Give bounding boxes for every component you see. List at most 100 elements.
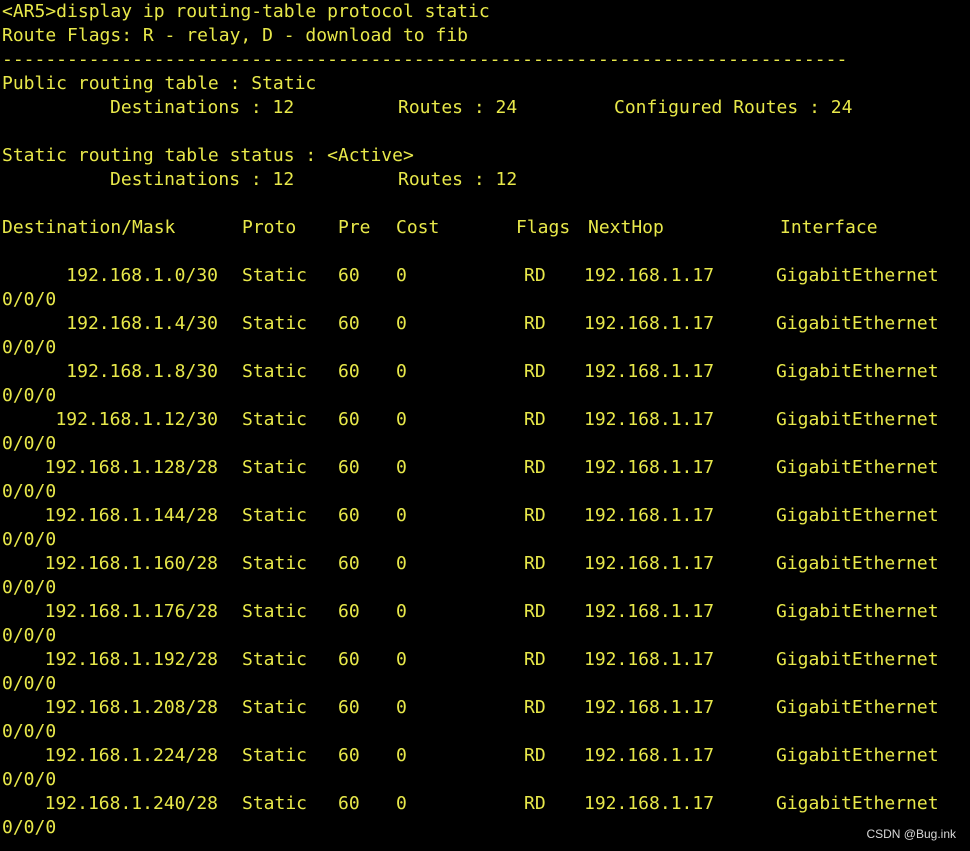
route-pre: 60	[338, 745, 360, 766]
route-interface: GigabitEthernet	[776, 313, 939, 334]
status-destinations: Destinations : 12	[110, 169, 295, 190]
route-interface-continuation: 0/0/0	[2, 289, 57, 310]
public-stats: Destinations : 12 Routes : 24 Configured R…	[2, 96, 970, 120]
route-interface-continuation: 0/0/0	[2, 433, 57, 454]
header-flags: Flags	[516, 217, 571, 238]
table-row: 192.168.1.128/28 Static 60 0 RD 192.168.1.17 G…	[2, 456, 970, 480]
public-table-title: Public routing table : Static	[2, 73, 317, 94]
header-destination: Destination/Mask	[2, 217, 176, 238]
route-flags: RD	[524, 457, 546, 478]
route-cost: 0	[396, 697, 407, 718]
route-nexthop: 192.168.1.17	[584, 265, 715, 286]
route-flags: RD	[524, 265, 546, 286]
route-cost: 0	[396, 793, 407, 814]
route-interface: GigabitEthernet	[776, 697, 939, 718]
table-row: 192.168.1.0/30 Static 60 0 RD 192.168.1.17 Gig…	[2, 264, 970, 288]
separator-line: ----------------------------------------…	[2, 49, 848, 70]
route-interface: GigabitEthernet	[776, 361, 939, 382]
route-nexthop: 192.168.1.17	[584, 361, 715, 382]
route-nexthop: 192.168.1.17	[584, 649, 715, 670]
route-proto: Static	[242, 649, 308, 670]
header-cost: Cost	[396, 217, 440, 238]
route-interface: GigabitEthernet	[776, 745, 939, 766]
route-interface-continuation: 0/0/0	[2, 673, 57, 694]
table-row: 192.168.1.192/28 Static 60 0 RD 192.168.1.17 G…	[2, 648, 970, 672]
route-cost: 0	[396, 601, 407, 622]
route-interface: GigabitEthernet	[776, 457, 939, 478]
route-cost: 0	[396, 745, 407, 766]
route-interface-continuation: 0/0/0	[2, 817, 57, 838]
public-destinations: Destinations : 12	[110, 97, 295, 118]
route-flags: RD	[524, 313, 546, 334]
route-pre: 60	[338, 553, 360, 574]
route-flags: RD	[524, 697, 546, 718]
route-pre: 60	[338, 601, 360, 622]
route-nexthop: 192.168.1.17	[584, 601, 715, 622]
route-proto: Static	[242, 601, 308, 622]
route-flags: RD	[524, 553, 546, 574]
table-row: 192.168.1.160/28 Static 60 0 RD 192.168.1.17 G…	[2, 552, 970, 576]
route-nexthop: 192.168.1.17	[584, 745, 715, 766]
route-pre: 60	[338, 265, 360, 286]
route-pre: 60	[338, 793, 360, 814]
route-cost: 0	[396, 265, 407, 286]
route-nexthop: 192.168.1.17	[584, 793, 715, 814]
route-flags: RD	[524, 409, 546, 430]
route-cost: 0	[396, 553, 407, 574]
route-proto: Static	[242, 505, 308, 526]
table-header: Destination/Mask Proto Pre Cost Flags NextHop…	[2, 216, 970, 240]
route-cost: 0	[396, 505, 407, 526]
route-interface: GigabitEthernet	[776, 601, 939, 622]
route-proto: Static	[242, 793, 308, 814]
route-table-body: 192.168.1.0/30 Static 60 0 RD 192.168.1.17 Gig…	[2, 264, 970, 840]
route-interface-continuation: 0/0/0	[2, 721, 57, 742]
route-pre: 60	[338, 409, 360, 430]
route-interface: GigabitEthernet	[776, 409, 939, 430]
route-proto: Static	[242, 361, 308, 382]
route-destination: 192.168.1.192/28	[44, 649, 218, 670]
route-destination: 192.168.1.128/28	[44, 457, 218, 478]
route-destination: 192.168.1.12/30	[55, 409, 218, 430]
route-pre: 60	[338, 313, 360, 334]
route-cost: 0	[396, 649, 407, 670]
table-row: 192.168.1.208/28 Static 60 0 RD 192.168.1.17 G…	[2, 696, 970, 720]
watermark: CSDN @Bug.ink	[866, 827, 956, 841]
public-routes: Routes : 24	[398, 97, 518, 118]
status-stats: Destinations : 12 Routes : 12	[2, 168, 970, 192]
route-nexthop: 192.168.1.17	[584, 313, 715, 334]
route-proto: Static	[242, 553, 308, 574]
route-interface-continuation: 0/0/0	[2, 577, 57, 598]
route-nexthop: 192.168.1.17	[584, 409, 715, 430]
route-destination: 192.168.1.8/30	[66, 361, 218, 382]
table-row: 192.168.1.8/30 Static 60 0 RD 192.168.1.17 Gig…	[2, 360, 970, 384]
route-pre: 60	[338, 457, 360, 478]
table-row: 192.168.1.144/28 Static 60 0 RD 192.168.1.17 G…	[2, 504, 970, 528]
route-flags: RD	[524, 649, 546, 670]
route-flags: RD	[524, 793, 546, 814]
route-destination: 192.168.1.160/28	[44, 553, 218, 574]
route-interface-continuation: 0/0/0	[2, 769, 57, 790]
route-cost: 0	[396, 361, 407, 382]
route-cost: 0	[396, 409, 407, 430]
route-destination: 192.168.1.224/28	[44, 745, 218, 766]
route-interface: GigabitEthernet	[776, 505, 939, 526]
route-destination: 192.168.1.208/28	[44, 697, 218, 718]
table-row: 192.168.1.224/28 Static 60 0 RD 192.168.1.17 G…	[2, 744, 970, 768]
route-nexthop: 192.168.1.17	[584, 697, 715, 718]
route-proto: Static	[242, 457, 308, 478]
status-routes: Routes : 12	[398, 169, 518, 190]
route-cost: 0	[396, 313, 407, 334]
route-pre: 60	[338, 649, 360, 670]
route-proto: Static	[242, 265, 308, 286]
route-pre: 60	[338, 361, 360, 382]
table-row: 192.168.1.176/28 Static 60 0 RD 192.168.1.17 G…	[2, 600, 970, 624]
route-pre: 60	[338, 697, 360, 718]
route-interface: GigabitEthernet	[776, 793, 939, 814]
route-interface-continuation: 0/0/0	[2, 385, 57, 406]
route-destination: 192.168.1.4/30	[66, 313, 218, 334]
route-cost: 0	[396, 457, 407, 478]
header-proto: Proto	[242, 217, 297, 238]
terminal-window[interactable]: <AR5>display ip routing-table protocol s…	[0, 0, 970, 851]
